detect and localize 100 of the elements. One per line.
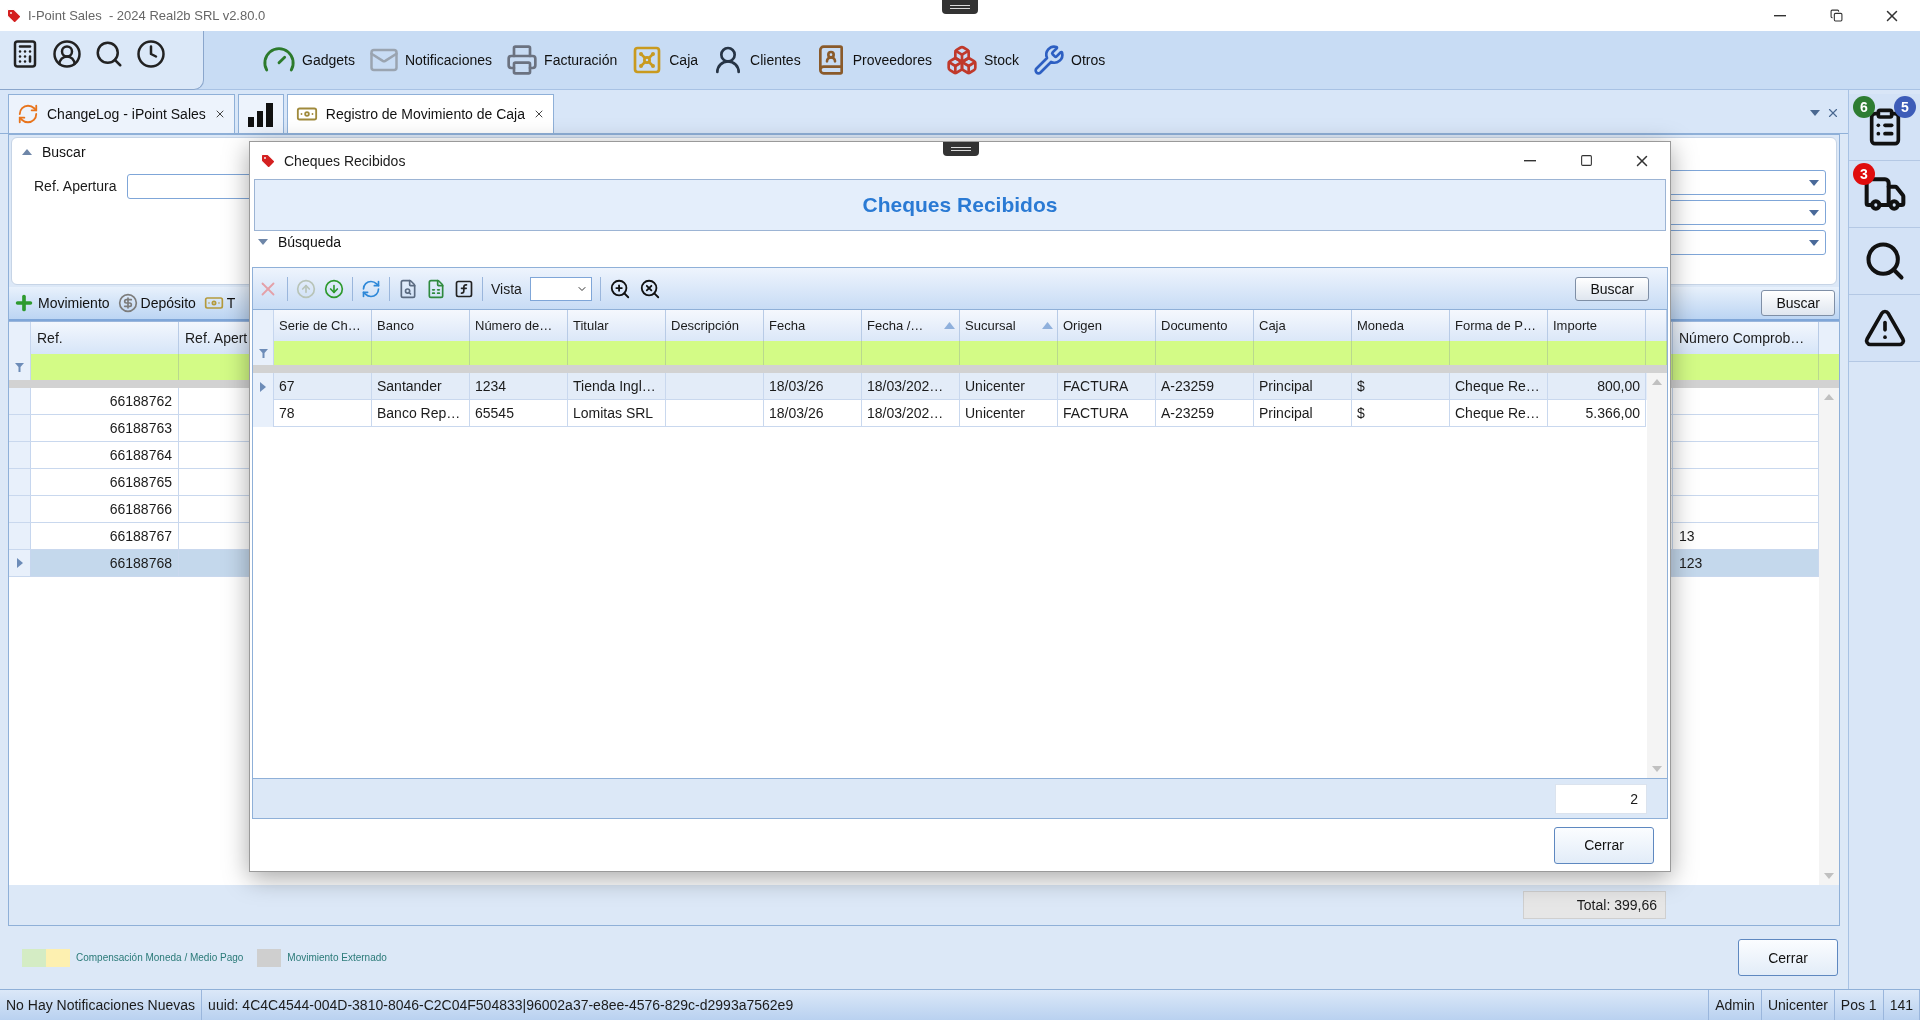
ribbon-menu-item[interactable]: Notificaciones <box>364 38 497 82</box>
boxes-icon <box>946 44 979 76</box>
row-pointer-icon <box>260 381 266 392</box>
move-down-icon[interactable] <box>324 278 344 299</box>
column-header[interactable]: Documento <box>1156 310 1254 341</box>
spreadsheet-icon[interactable] <box>426 278 446 299</box>
money-bag-icon <box>117 293 138 313</box>
printer-icon <box>506 44 539 76</box>
grip-handle[interactable] <box>942 0 978 14</box>
ribbon-menu-item[interactable]: Facturación <box>502 38 622 82</box>
search-icon[interactable] <box>94 39 124 69</box>
zoom-in-icon[interactable] <box>608 277 631 300</box>
table-cell: Lomitas SRL <box>568 400 666 427</box>
table-cell: Unicenter <box>960 400 1058 427</box>
ribbon-menu-item[interactable]: Gadgets <box>258 38 359 82</box>
column-header[interactable]: Sucursal <box>960 310 1058 341</box>
view-dropdown[interactable] <box>529 276 592 301</box>
table-row[interactable]: 67 Santander 1234 Tienda Ingl… 18/03/26 18/03/202… Unicenter FACTURA A-23259 Principal $ Cheque Re… 800,00 <box>253 373 1647 400</box>
scroll-down-icon <box>1824 873 1834 879</box>
minimize-icon <box>1524 159 1536 162</box>
column-header[interactable]: Fecha <box>764 310 862 341</box>
zoom-reset-icon[interactable] <box>638 277 661 300</box>
table-cell: Principal <box>1254 400 1352 427</box>
search-panel-toggle[interactable]: Buscar <box>22 144 86 160</box>
dropdown-arrow-icon <box>1809 209 1819 216</box>
column-header[interactable]: Titular <box>568 310 666 341</box>
table-cell: 66188764 <box>31 442 179 468</box>
ribbon-menu-item[interactable]: Caja <box>627 38 703 82</box>
legend-label: Compensación Moneda / Medio Pago <box>76 952 244 963</box>
scroll-up-icon <box>1824 394 1834 400</box>
table-cell: 18/03/26 <box>764 400 862 427</box>
column-header[interactable]: Importe <box>1548 310 1646 341</box>
table-cell: 66188766 <box>31 496 179 522</box>
scrollbar[interactable] <box>1819 388 1839 885</box>
user-icon[interactable] <box>52 39 82 69</box>
grip-handle[interactable] <box>943 142 979 156</box>
count-badge: 6 <box>1853 96 1875 118</box>
row-indicator <box>253 400 274 427</box>
dropdown-icon[interactable] <box>1810 110 1820 116</box>
function-icon[interactable] <box>454 278 474 299</box>
status-message: No Hay Notificaciones Nuevas <box>0 990 203 1020</box>
scroll-down-icon <box>1652 766 1662 772</box>
column-header[interactable]: Serie de Ch… <box>274 310 372 341</box>
filter-icon <box>15 362 24 372</box>
table-cell: 78 <box>274 400 372 427</box>
toolbar-button[interactable]: T <box>203 293 236 313</box>
close-button[interactable]: Cerrar <box>1554 826 1654 864</box>
table-cell: 66188767 <box>31 523 179 549</box>
column-header[interactable]: Forma de P… <box>1450 310 1548 341</box>
search-button[interactable]: Buscar <box>1575 276 1649 301</box>
column-header[interactable]: Banco <box>372 310 470 341</box>
ribbon-menu-item[interactable]: Stock <box>942 38 1024 82</box>
toolbar-button[interactable]: Depósito <box>117 293 196 313</box>
clock-icon[interactable] <box>136 39 166 69</box>
table-cell: $ <box>1352 400 1450 427</box>
collapse-icon <box>22 149 32 155</box>
column-header[interactable]: Fecha /… <box>862 310 960 341</box>
document-tab[interactable]: ChangeLog - iPoint Sales <box>8 94 235 133</box>
side-panel-button[interactable]: 3 <box>1849 161 1920 228</box>
close-button[interactable]: Cerrar <box>1738 939 1838 976</box>
dialog-title: Cheques Recibidos <box>284 152 406 169</box>
document-tab[interactable] <box>237 94 284 133</box>
status-user: Admin <box>1709 990 1762 1020</box>
table-row[interactable]: 78 Banco Rep… 65545 Lomitas SRL 18/03/26 18/03/202… Unicenter FACTURA A-23259 Principal $ Cheque Re… 5.366,00 <box>253 400 1647 427</box>
dropdown-arrow-icon <box>1809 179 1819 186</box>
ribbon-menu-item[interactable]: Proveedores <box>810 38 937 82</box>
table-cell: 18/03/202… <box>862 400 960 427</box>
scrollbar[interactable] <box>1647 373 1667 778</box>
filter-icon <box>258 348 268 358</box>
print-preview-icon[interactable] <box>398 278 418 299</box>
side-panel-button[interactable]: 6 5 <box>1849 94 1920 161</box>
search-button[interactable]: Buscar <box>1761 290 1835 316</box>
document-tab[interactable]: Registro de Movimiento de Caja <box>286 94 554 133</box>
side-panel-button[interactable] <box>1849 228 1920 295</box>
maximize-icon <box>1579 154 1593 167</box>
toolbar-button[interactable]: Movimiento <box>13 292 110 314</box>
table-cell: 66188768 <box>31 550 179 576</box>
ribbon-menu-item[interactable]: Clientes <box>708 38 805 82</box>
column-header[interactable]: Moneda <box>1352 310 1450 341</box>
plus-icon <box>13 292 35 314</box>
search-section-toggle[interactable]: Búsqueda <box>258 234 342 250</box>
column-header[interactable]: Descripción <box>666 310 764 341</box>
tab-close-icon[interactable] <box>533 108 545 120</box>
table-cell: 66188762 <box>31 388 179 414</box>
column-header[interactable]: Origen <box>1058 310 1156 341</box>
refresh-icon[interactable] <box>361 278 381 299</box>
status-number: 141 <box>1883 990 1920 1020</box>
column-header[interactable]: Número de… <box>470 310 568 341</box>
close-icon[interactable] <box>1826 106 1840 120</box>
app-logo-icon <box>260 152 276 169</box>
restore-icon <box>1829 9 1843 22</box>
dialog-heading: Cheques Recibidos <box>862 193 1058 217</box>
column-header[interactable]: Ref. <box>31 322 179 354</box>
side-panel-button[interactable] <box>1849 295 1920 362</box>
column-header[interactable]: Número Comprob… <box>1673 322 1819 354</box>
column-header[interactable]: Caja <box>1254 310 1352 341</box>
table-cell: A-23259 <box>1156 400 1254 427</box>
window-title: I-Point Sales - 2024 Real2b SRL v2.80.0 <box>28 8 266 23</box>
ribbon-menu-item[interactable]: Otros <box>1029 38 1110 82</box>
app-logo-icon <box>6 7 22 24</box>
